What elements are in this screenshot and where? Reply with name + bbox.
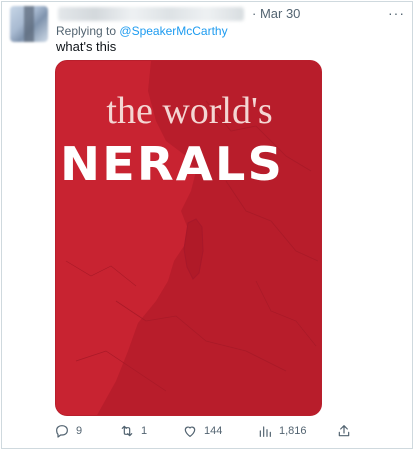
tweet-text: what's this — [56, 39, 117, 54]
reply-count: 9 — [76, 425, 83, 437]
share-icon — [338, 425, 350, 437]
media-title-text: the world's — [106, 90, 273, 132]
views-button[interactable]: 1,816 — [257, 423, 307, 439]
replying-handle-link[interactable]: @SpeakerMcCarthy — [119, 24, 227, 38]
replying-to: Replying to @SpeakerMcCarthy — [56, 23, 228, 39]
tweet-date[interactable]: · Mar 30 — [252, 6, 300, 22]
share-button[interactable] — [336, 423, 358, 439]
like-icon — [184, 426, 196, 437]
retweet-icon — [121, 425, 133, 437]
reply-button[interactable]: 9 — [54, 423, 82, 439]
retweet-count: 1 — [141, 425, 148, 437]
like-count: 144 — [204, 425, 223, 437]
views-count: 1,816 — [279, 425, 307, 437]
retweet-button[interactable]: 1 — [119, 423, 147, 439]
ellipsis-icon[interactable]: ··· — [388, 5, 405, 21]
tweet-actions: 9 1 144 1,816 — [2, 423, 414, 443]
like-button[interactable]: 144 — [182, 423, 222, 439]
replying-prefix: Replying to — [56, 24, 117, 38]
avatar[interactable] — [10, 6, 48, 42]
views-icon — [259, 426, 271, 437]
author-name-redacted — [58, 7, 244, 21]
tweet-media-image[interactable]: the world's NERALS — [55, 60, 322, 416]
tweet-card: · Mar 30 ··· Replying to @SpeakerMcCarth… — [1, 1, 413, 449]
media-sub-text: NERALS — [60, 137, 285, 191]
reply-icon — [56, 425, 68, 438]
